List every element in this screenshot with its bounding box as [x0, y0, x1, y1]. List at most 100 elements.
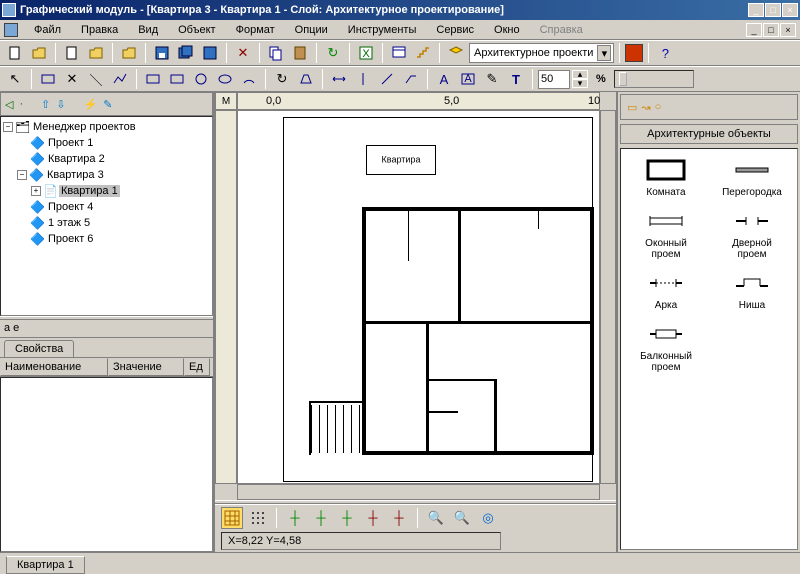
line-icon[interactable]: ＼: [85, 68, 107, 90]
menu-service[interactable]: Сервис: [426, 22, 484, 38]
save3-icon[interactable]: [199, 42, 221, 64]
tree-item-selected[interactable]: Квартира 1: [59, 185, 120, 197]
circle-icon[interactable]: [190, 68, 212, 90]
snap-mid-icon[interactable]: ┼: [310, 507, 332, 529]
dim-leader-icon[interactable]: [400, 68, 422, 90]
rect-icon[interactable]: [37, 68, 59, 90]
open2-icon[interactable]: [85, 42, 107, 64]
window-icon[interactable]: [388, 42, 410, 64]
tree-item[interactable]: Квартира 3: [45, 169, 106, 181]
rect2-icon[interactable]: [142, 68, 164, 90]
palette-arch[interactable]: Арка: [625, 270, 707, 311]
drawing-canvas[interactable]: Квартира: [237, 110, 600, 484]
layer-combo[interactable]: Архитектурное проекти ▾: [469, 43, 614, 63]
col-name[interactable]: Наименование: [0, 358, 108, 376]
paste-icon[interactable]: [289, 42, 311, 64]
tree-collapse-icon[interactable]: −: [17, 170, 27, 180]
close-button[interactable]: ×: [782, 3, 798, 17]
child-maximize-button[interactable]: □: [763, 23, 779, 37]
tree-expand-icon[interactable]: +: [31, 186, 41, 196]
grid2-icon[interactable]: [247, 507, 269, 529]
fwd-icon[interactable]: ·: [19, 98, 23, 110]
palette-partition[interactable]: Перегородка: [711, 157, 793, 198]
select-rect-icon[interactable]: ▭: [627, 101, 637, 114]
polyline-icon[interactable]: [109, 68, 131, 90]
dim-angle-icon[interactable]: [376, 68, 398, 90]
menu-help[interactable]: Справка: [530, 22, 593, 38]
dim-h-icon[interactable]: [328, 68, 350, 90]
delete-icon[interactable]: ✕: [232, 42, 254, 64]
palette-door[interactable]: Дверной проем: [711, 208, 793, 260]
shape-icon[interactable]: [295, 68, 317, 90]
design-icon[interactable]: ✎: [103, 98, 112, 111]
menu-tools[interactable]: Инструменты: [338, 22, 427, 38]
pointer-icon[interactable]: ↖: [4, 68, 26, 90]
zoom-down[interactable]: ▾: [572, 79, 588, 88]
open-icon[interactable]: [28, 42, 50, 64]
dim-v-icon[interactable]: [352, 68, 374, 90]
project-tree[interactable]: −🗂Менеджер проектов 🔷Проект 1 🔷Квартира …: [0, 116, 213, 316]
text-box-icon[interactable]: A: [457, 68, 479, 90]
menu-object[interactable]: Объект: [168, 22, 225, 38]
snap-perp-icon[interactable]: ┼: [362, 507, 384, 529]
menu-file[interactable]: Файл: [24, 22, 71, 38]
stairs-icon[interactable]: [412, 42, 434, 64]
minimize-button[interactable]: _: [748, 3, 764, 17]
col-unit[interactable]: Ед: [184, 358, 210, 376]
color-swatch[interactable]: [625, 44, 643, 62]
tree-item[interactable]: Проект 6: [46, 233, 95, 245]
palette-niche[interactable]: Ниша: [711, 270, 793, 311]
tree-item[interactable]: Проект 4: [46, 201, 95, 213]
zoom-fit-icon[interactable]: ◎: [477, 507, 499, 529]
excel-icon[interactable]: X: [355, 42, 377, 64]
menu-edit[interactable]: Правка: [71, 22, 128, 38]
help-icon[interactable]: ?: [654, 42, 676, 64]
menu-options[interactable]: Опции: [285, 22, 338, 38]
child-close-button[interactable]: ×: [780, 23, 796, 37]
menu-view[interactable]: Вид: [128, 22, 168, 38]
copy-icon[interactable]: [265, 42, 287, 64]
open3-icon[interactable]: [118, 42, 140, 64]
save-all-icon[interactable]: [175, 42, 197, 64]
bolt-icon[interactable]: ⚡: [84, 98, 98, 111]
arc-icon[interactable]: [238, 68, 260, 90]
zoom-out-icon[interactable]: 🔍: [451, 507, 473, 529]
tree-collapse-icon[interactable]: −: [3, 122, 13, 132]
save-icon[interactable]: [151, 42, 173, 64]
palette-balcony[interactable]: Балконный проем: [625, 321, 707, 373]
child-minimize-button[interactable]: _: [746, 23, 762, 37]
snap-int-icon[interactable]: ┼: [336, 507, 358, 529]
scroll-horizontal[interactable]: [237, 484, 600, 500]
tree-item[interactable]: Проект 1: [46, 137, 95, 149]
col-value[interactable]: Значение: [108, 358, 184, 376]
zoom-slider[interactable]: [614, 70, 694, 88]
scroll-vertical[interactable]: [600, 110, 616, 484]
bottom-tab[interactable]: Квартира 1: [6, 556, 85, 574]
props-grid-body[interactable]: [0, 377, 213, 552]
circle2-icon[interactable]: ○: [655, 101, 662, 113]
new-icon[interactable]: [4, 42, 26, 64]
menu-format[interactable]: Формат: [226, 22, 285, 38]
cross-icon[interactable]: ✕: [61, 68, 83, 90]
rect3-icon[interactable]: [166, 68, 188, 90]
rotate-icon[interactable]: ↻: [271, 68, 293, 90]
down-icon[interactable]: ⇩: [56, 98, 65, 111]
tree-item[interactable]: 1 этаж 5: [46, 217, 92, 229]
tab-properties[interactable]: Свойства: [4, 340, 74, 357]
up-icon[interactable]: ⇧: [41, 98, 50, 111]
menu-window[interactable]: Окно: [484, 22, 530, 38]
zoom-in-icon[interactable]: 🔍: [425, 507, 447, 529]
path-icon[interactable]: ↝: [641, 101, 650, 114]
snap-end-icon[interactable]: ┼: [284, 507, 306, 529]
palette-window[interactable]: Оконный проем: [625, 208, 707, 260]
text-a-icon[interactable]: A: [433, 68, 455, 90]
refresh-icon[interactable]: ↻: [322, 42, 344, 64]
ellipse-icon[interactable]: [214, 68, 236, 90]
text-t-icon[interactable]: T: [505, 68, 527, 90]
props-filter[interactable]: a e: [0, 320, 213, 338]
eyedropper-icon[interactable]: ✎: [481, 68, 503, 90]
layer-icon[interactable]: [445, 42, 467, 64]
zoom-input[interactable]: [538, 70, 570, 89]
grid1-icon[interactable]: [221, 507, 243, 529]
snap-tan-icon[interactable]: ┼: [388, 507, 410, 529]
